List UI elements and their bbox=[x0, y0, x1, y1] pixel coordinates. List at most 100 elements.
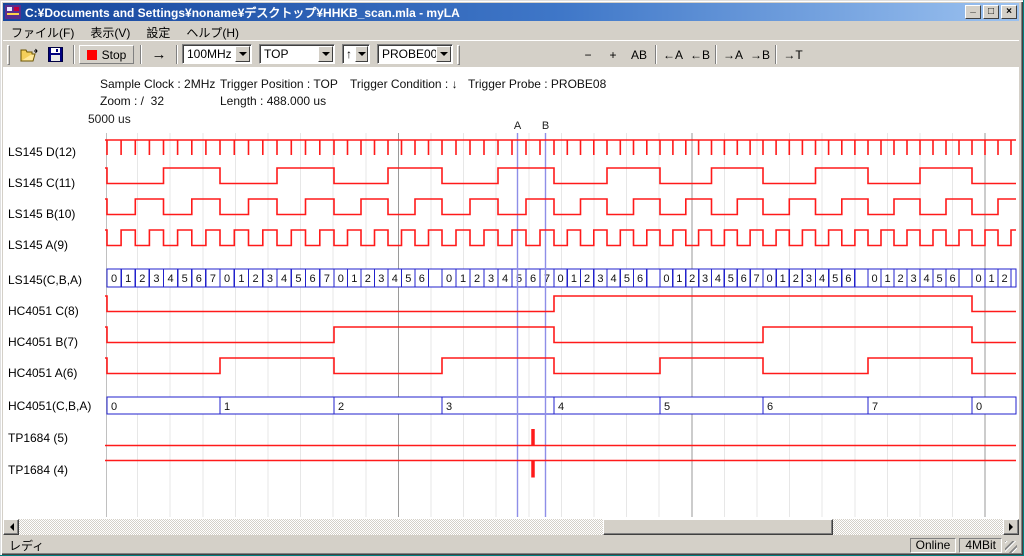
stop-button[interactable]: Stop bbox=[79, 45, 134, 64]
sample-clock-value: 100MHz bbox=[187, 47, 232, 61]
goto-b-right-button[interactable]: →B bbox=[747, 45, 773, 64]
svg-text:5: 5 bbox=[832, 273, 838, 285]
maximize-button[interactable]: □ bbox=[983, 5, 999, 19]
wave-ls145-d-12 bbox=[105, 140, 1016, 155]
application-window: C:¥Documents and Settings¥noname¥デスクトップ¥… bbox=[0, 0, 1023, 555]
goto-a-left-button[interactable]: ←A bbox=[660, 45, 686, 64]
goto-b-left-button[interactable]: ←B bbox=[687, 45, 713, 64]
svg-text:5: 5 bbox=[295, 273, 301, 285]
scroll-right-button[interactable] bbox=[1003, 519, 1019, 535]
arrow-left-icon bbox=[6, 523, 14, 531]
waveform-layer bbox=[105, 140, 1016, 478]
svg-text:7: 7 bbox=[754, 273, 760, 285]
arrow-right-icon bbox=[1009, 523, 1017, 531]
ab-button[interactable]: AB bbox=[626, 45, 652, 64]
toolbar-separator bbox=[775, 45, 777, 64]
title-bar: C:¥Documents and Settings¥noname¥デスクトップ¥… bbox=[3, 3, 1019, 21]
svg-text:0: 0 bbox=[111, 273, 117, 285]
svg-text:0: 0 bbox=[975, 273, 981, 285]
svg-text:6: 6 bbox=[310, 273, 316, 285]
trigger-edge-select[interactable]: ↑ bbox=[342, 44, 370, 64]
svg-text:0: 0 bbox=[663, 273, 669, 285]
svg-text:6: 6 bbox=[767, 401, 773, 413]
dropdown-button[interactable] bbox=[235, 46, 250, 62]
open-file-button[interactable] bbox=[16, 44, 41, 65]
svg-text:6: 6 bbox=[637, 273, 643, 285]
wave-hc4051-a-6 bbox=[105, 358, 1016, 374]
svg-text:4: 4 bbox=[392, 273, 398, 285]
svg-text:2: 2 bbox=[139, 273, 145, 285]
save-button[interactable] bbox=[43, 44, 68, 65]
svg-text:2: 2 bbox=[1001, 273, 1007, 285]
menu-bar: ファイル(F)表示(V)設定ヘルプ(H) bbox=[3, 22, 1019, 40]
zoom-out-button[interactable]: − bbox=[577, 45, 599, 64]
svg-text:0: 0 bbox=[111, 401, 117, 413]
toolbar-grip[interactable] bbox=[457, 45, 460, 65]
chevron-down-icon bbox=[239, 52, 247, 60]
svg-text:3: 3 bbox=[378, 273, 384, 285]
svg-text:7: 7 bbox=[210, 273, 216, 285]
close-button[interactable]: × bbox=[1001, 5, 1017, 19]
svg-text:0: 0 bbox=[976, 401, 982, 413]
scrollbar-thumb[interactable] bbox=[603, 519, 833, 535]
svg-text:5: 5 bbox=[405, 273, 411, 285]
svg-text:2: 2 bbox=[474, 273, 480, 285]
info-trigger-probe: Trigger Probe : PROBE08 bbox=[468, 77, 606, 91]
svg-text:1: 1 bbox=[988, 273, 994, 285]
bus-hc4051-c-b-a: 012345670 bbox=[107, 397, 1016, 414]
svg-text:5: 5 bbox=[182, 273, 188, 285]
svg-text:6: 6 bbox=[949, 273, 955, 285]
trigger-probe-select[interactable]: PROBE00 bbox=[377, 44, 453, 64]
svg-text:1: 1 bbox=[224, 401, 230, 413]
goto-trigger-button[interactable]: →T bbox=[780, 45, 806, 64]
toolbar-separator bbox=[715, 45, 717, 64]
toolbar-grip[interactable] bbox=[7, 45, 10, 65]
svg-text:4: 4 bbox=[819, 273, 825, 285]
svg-text:1: 1 bbox=[460, 273, 466, 285]
dropdown-button[interactable] bbox=[318, 46, 333, 62]
zoom-in-button[interactable]: + bbox=[602, 45, 624, 64]
sample-clock-select[interactable]: 100MHz bbox=[182, 44, 252, 64]
svg-text:0: 0 bbox=[224, 273, 230, 285]
svg-text:4: 4 bbox=[281, 273, 287, 285]
svg-text:3: 3 bbox=[488, 273, 494, 285]
minimize-button[interactable]: _ bbox=[965, 5, 981, 19]
svg-text:2: 2 bbox=[584, 273, 590, 285]
trigger-edge-value: ↑ bbox=[346, 47, 352, 61]
wave-hc4051-c-8 bbox=[105, 296, 1016, 312]
scroll-left-button[interactable] bbox=[3, 519, 19, 535]
resize-grip[interactable] bbox=[1005, 541, 1017, 553]
svg-text:3: 3 bbox=[806, 273, 812, 285]
wave-ls145-c-11 bbox=[105, 168, 1016, 184]
svg-text:2: 2 bbox=[338, 401, 344, 413]
svg-text:1: 1 bbox=[676, 273, 682, 285]
toolbar-separator bbox=[176, 45, 178, 64]
svg-text:3: 3 bbox=[153, 273, 159, 285]
dropdown-button[interactable] bbox=[355, 46, 368, 62]
trigger-position-value: TOP bbox=[264, 47, 288, 61]
dropdown-button[interactable] bbox=[436, 46, 451, 62]
svg-text:6: 6 bbox=[196, 273, 202, 285]
trigger-position-select[interactable]: TOP bbox=[259, 44, 335, 64]
info-trigger-position: Trigger Position : TOP bbox=[220, 77, 338, 91]
svg-text:2: 2 bbox=[897, 273, 903, 285]
svg-text:5: 5 bbox=[728, 273, 734, 285]
svg-text:1: 1 bbox=[780, 273, 786, 285]
svg-text:3: 3 bbox=[597, 273, 603, 285]
toolbar-separator bbox=[140, 45, 142, 64]
svg-text:1: 1 bbox=[238, 273, 244, 285]
horizontal-scrollbar[interactable] bbox=[3, 519, 1019, 535]
svg-text:2: 2 bbox=[365, 273, 371, 285]
svg-text:1: 1 bbox=[125, 273, 131, 285]
window-title: C:¥Documents and Settings¥noname¥デスクトップ¥… bbox=[25, 4, 460, 21]
cursor-b-label: B bbox=[542, 120, 549, 132]
goto-a-right-button[interactable]: →A bbox=[720, 45, 746, 64]
wave-ls145-a-9 bbox=[105, 230, 1016, 246]
single-run-button[interactable]: → bbox=[145, 45, 173, 64]
info-sample-clock: Sample Clock : 2MHz bbox=[100, 77, 215, 91]
waveform-display: 0123456701234567012345601234567012345601… bbox=[0, 110, 1024, 518]
info-length: Length : 488.000 us bbox=[220, 94, 326, 108]
svg-text:3: 3 bbox=[446, 401, 452, 413]
toolbar-separator bbox=[655, 45, 657, 64]
open-folder-icon bbox=[20, 48, 38, 62]
